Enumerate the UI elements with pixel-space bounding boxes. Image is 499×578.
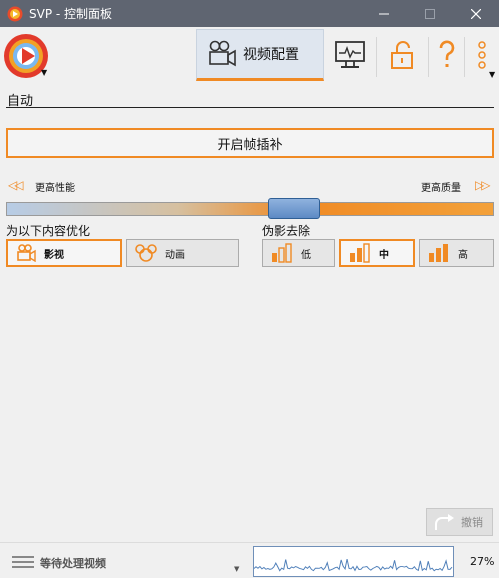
toolbar-separator bbox=[376, 37, 377, 77]
artifact-option-medium-label: 中 bbox=[379, 249, 389, 261]
maximize-button[interactable] bbox=[407, 0, 453, 27]
undo-button[interactable]: 撤销 bbox=[426, 508, 493, 536]
artifact-option-low[interactable]: 低 bbox=[262, 239, 335, 267]
bars-high-icon bbox=[429, 244, 448, 262]
optimize-option-film-label: 影视 bbox=[44, 249, 64, 261]
optimize-option-film[interactable]: 影视 bbox=[6, 239, 122, 267]
maximize-icon bbox=[425, 8, 435, 19]
fast-forward-icon[interactable]: ▷▷ bbox=[475, 178, 491, 192]
rewind-icon[interactable]: ◁◁ bbox=[8, 178, 24, 192]
status-bar: 等待处理视频 ▼ 27% bbox=[0, 542, 499, 578]
cpu-load-graph bbox=[253, 546, 454, 577]
enable-frame-interpolation-button[interactable]: 开启帧插补 bbox=[6, 128, 494, 158]
video-camera-icon bbox=[209, 40, 236, 67]
artifact-option-low-label: 低 bbox=[301, 249, 311, 261]
toolbar-separator bbox=[464, 37, 465, 77]
lock-button[interactable] bbox=[380, 29, 424, 81]
artifact-option-high-label: 高 bbox=[458, 249, 468, 261]
monitor-button[interactable] bbox=[328, 29, 372, 81]
close-button[interactable] bbox=[453, 0, 499, 27]
higher-performance-label: 更高性能 bbox=[35, 183, 75, 194]
bars-medium-icon bbox=[350, 243, 370, 263]
optimize-option-anime[interactable]: 动画 bbox=[126, 239, 239, 267]
logo-menu-caret-icon[interactable]: ▼ bbox=[41, 68, 47, 77]
tab-video-config[interactable]: 视频配置 bbox=[196, 29, 324, 81]
undo-arrow-icon bbox=[435, 514, 454, 530]
mouse-ears-icon bbox=[135, 244, 157, 262]
toolbar: ▼ 视频配置 ▼ bbox=[0, 27, 499, 84]
profile-mode-divider bbox=[6, 107, 494, 108]
window-title: SVP - 控制面板 bbox=[29, 7, 113, 21]
status-text: 等待处理视频 bbox=[40, 557, 106, 570]
unlock-icon bbox=[391, 41, 413, 69]
minimize-icon bbox=[379, 13, 389, 14]
film-camera-icon bbox=[17, 244, 36, 262]
help-button[interactable] bbox=[432, 29, 462, 81]
monitor-icon bbox=[335, 41, 365, 68]
artifact-option-high[interactable]: 高 bbox=[419, 239, 494, 267]
close-icon bbox=[471, 8, 481, 19]
status-caret-icon[interactable]: ▼ bbox=[234, 565, 239, 573]
more-icon bbox=[478, 41, 486, 69]
toolbar-separator bbox=[428, 37, 429, 77]
undo-label: 撤销 bbox=[461, 516, 483, 529]
bars-low-icon bbox=[272, 243, 292, 263]
minimize-button[interactable] bbox=[361, 0, 407, 27]
optimize-option-anime-label: 动画 bbox=[165, 249, 185, 261]
higher-quality-label: 更高质量 bbox=[421, 183, 461, 194]
title-bar: SVP - 控制面板 bbox=[0, 0, 499, 27]
cpu-usage-percent: 27% bbox=[470, 555, 495, 568]
more-caret-icon[interactable]: ▼ bbox=[489, 70, 495, 79]
optimize-group-label: 为以下内容优化 bbox=[6, 224, 91, 238]
quality-slider-track[interactable] bbox=[6, 202, 494, 216]
tab-video-config-label: 视频配置 bbox=[243, 47, 299, 63]
artifact-option-medium[interactable]: 中 bbox=[339, 239, 415, 267]
hamburger-menu-icon[interactable] bbox=[12, 555, 34, 569]
help-icon bbox=[439, 40, 455, 67]
svp-app-icon bbox=[7, 6, 23, 21]
quality-slider-thumb[interactable] bbox=[267, 198, 320, 219]
artifact-removal-group-label: 伪影去除 bbox=[262, 224, 311, 238]
